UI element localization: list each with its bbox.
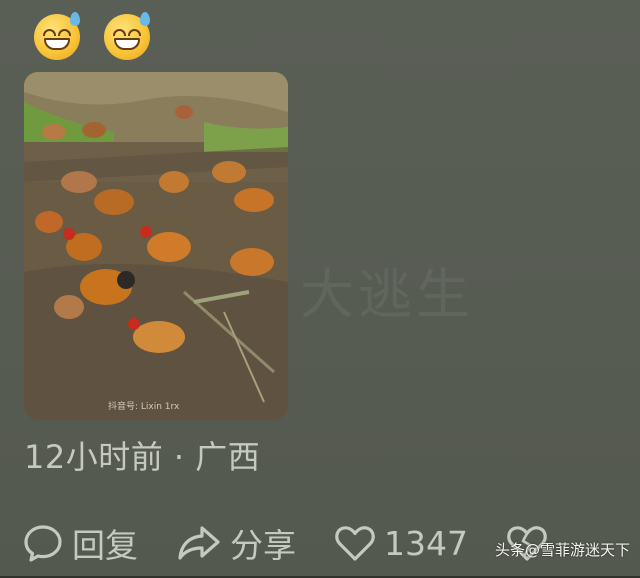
post-photo[interactable]: 抖音号: Lixin 1rx bbox=[24, 72, 288, 420]
like-button[interactable]: 1347 bbox=[334, 523, 468, 563]
post-meta: 12小时前 · 广西 bbox=[24, 432, 260, 478]
location: 广西 bbox=[195, 438, 261, 476]
sweat-grin-emoji-icon bbox=[34, 12, 80, 60]
meta-separator: · bbox=[173, 438, 185, 476]
comment-panel: 大逃生 抖音号: Lixin 1rx 12小时前 · 广西 回复 分享 1347… bbox=[0, 0, 640, 578]
timestamp: 12小时前 bbox=[24, 438, 164, 476]
reply-label: 回复 bbox=[72, 526, 138, 565]
reply-button[interactable]: 回复 bbox=[22, 519, 138, 567]
share-button[interactable]: 分享 bbox=[176, 519, 296, 567]
emoji-row bbox=[34, 12, 150, 60]
heart-icon bbox=[335, 526, 375, 561]
sweat-grin-emoji-icon bbox=[104, 12, 150, 60]
source-watermark: 头条@雪菲游迷天下 bbox=[494, 541, 630, 559]
photo-caption: 抖音号: Lixin 1rx bbox=[108, 402, 180, 412]
chicken-flock-photo-icon bbox=[24, 72, 288, 420]
background-watermark: 大逃生 bbox=[300, 263, 474, 326]
share-label: 分享 bbox=[230, 526, 296, 565]
like-count: 1347 bbox=[384, 523, 468, 563]
share-arrow-icon bbox=[178, 526, 220, 560]
comment-bubble-icon bbox=[24, 525, 62, 562]
